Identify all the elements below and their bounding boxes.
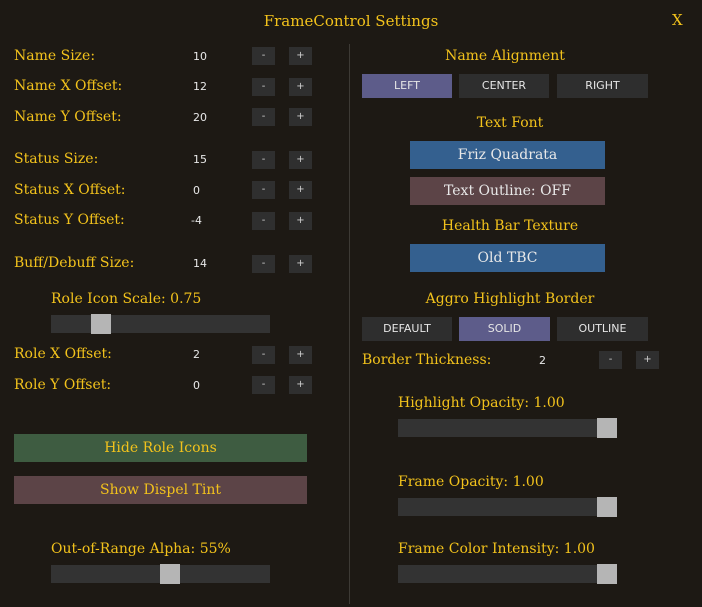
status-y-offset-plus-button[interactable]: + (289, 212, 312, 230)
buff-debuff-size-label: Buff/Debuff Size: (14, 255, 135, 271)
aggro-border-solid-button[interactable]: SOLID (459, 317, 550, 341)
name-alignment-heading: Name Alignment (445, 48, 565, 64)
column-divider (349, 44, 350, 604)
aggro-border-heading: Aggro Highlight Border (425, 291, 595, 307)
role-x-offset-minus-button[interactable]: - (252, 346, 275, 364)
name-align-right-button[interactable]: RIGHT (557, 74, 648, 98)
name-x-offset-plus-button[interactable]: + (289, 78, 312, 96)
role-y-offset-value: 0 (193, 379, 200, 392)
status-size-minus-button[interactable]: - (252, 151, 275, 169)
frame-opacity-slider-thumb[interactable] (597, 497, 617, 517)
buff-debuff-size-value: 14 (193, 257, 207, 270)
name-y-offset-plus-button[interactable]: + (289, 108, 312, 126)
status-y-offset-value: -4 (191, 214, 202, 227)
role-y-offset-plus-button[interactable]: + (289, 376, 312, 394)
highlight-opacity-slider[interactable] (398, 418, 617, 438)
highlight-opacity-slider-thumb[interactable] (597, 418, 617, 438)
name-y-offset-label: Name Y Offset: (14, 109, 122, 125)
aggro-border-default-button[interactable]: DEFAULT (362, 317, 452, 341)
show-dispel-tint-button[interactable]: Show Dispel Tint (14, 476, 307, 504)
border-thickness-value: 2 (539, 354, 546, 367)
status-size-plus-button[interactable]: + (289, 151, 312, 169)
hide-role-icons-button[interactable]: Hide Role Icons (14, 434, 307, 462)
buff-debuff-size-minus-button[interactable]: - (252, 255, 275, 273)
name-y-offset-value: 20 (193, 111, 207, 124)
out-of-range-alpha-slider-thumb[interactable] (160, 564, 180, 584)
out-of-range-alpha-slider[interactable] (51, 564, 270, 584)
name-align-center-button[interactable]: CENTER (459, 74, 549, 98)
role-x-offset-plus-button[interactable]: + (289, 346, 312, 364)
buff-debuff-size-plus-button[interactable]: + (289, 255, 312, 273)
text-outline-toggle[interactable]: Text Outline: OFF (410, 177, 605, 205)
status-x-offset-plus-button[interactable]: + (289, 181, 312, 199)
border-thickness-label: Border Thickness: (362, 352, 492, 368)
frame-color-intensity-slider[interactable] (398, 564, 617, 584)
role-icon-scale-label: Role Icon Scale: 0.75 (51, 291, 202, 307)
status-x-offset-label: Status X Offset: (14, 182, 126, 198)
frame-opacity-slider[interactable] (398, 497, 617, 517)
name-align-left-button[interactable]: LEFT (362, 74, 452, 98)
role-y-offset-minus-button[interactable]: - (252, 376, 275, 394)
window-title: FrameControl Settings (263, 12, 439, 30)
close-button[interactable]: X (672, 11, 683, 29)
name-x-offset-minus-button[interactable]: - (252, 78, 275, 96)
frame-color-intensity-slider-thumb[interactable] (597, 564, 617, 584)
border-thickness-plus-button[interactable]: + (636, 351, 659, 369)
status-y-offset-minus-button[interactable]: - (252, 212, 275, 230)
health-bar-texture-heading: Health Bar Texture (441, 218, 579, 234)
role-y-offset-label: Role Y Offset: (14, 377, 112, 393)
text-font-dropdown[interactable]: Friz Quadrata (410, 141, 605, 169)
status-y-offset-label: Status Y Offset: (14, 212, 125, 228)
health-bar-texture-dropdown[interactable]: Old TBC (410, 244, 605, 272)
out-of-range-alpha-label: Out-of-Range Alpha: 55% (51, 541, 231, 557)
name-x-offset-value: 12 (193, 80, 207, 93)
name-size-value: 10 (193, 50, 207, 63)
status-x-offset-minus-button[interactable]: - (252, 181, 275, 199)
status-x-offset-value: 0 (193, 184, 200, 197)
text-font-heading: Text Font (476, 115, 544, 131)
status-size-label: Status Size: (14, 151, 99, 167)
highlight-opacity-label: Highlight Opacity: 1.00 (398, 395, 565, 411)
name-y-offset-minus-button[interactable]: - (252, 108, 275, 126)
name-x-offset-label: Name X Offset: (14, 78, 123, 94)
name-size-plus-button[interactable]: + (289, 47, 312, 65)
frame-opacity-label: Frame Opacity: 1.00 (398, 474, 544, 490)
frame-color-intensity-label: Frame Color Intensity: 1.00 (398, 541, 595, 557)
name-size-minus-button[interactable]: - (252, 47, 275, 65)
name-size-label: Name Size: (14, 48, 96, 64)
role-x-offset-label: Role X Offset: (14, 346, 112, 362)
border-thickness-minus-button[interactable]: - (599, 351, 622, 369)
role-icon-scale-slider-thumb[interactable] (91, 314, 111, 334)
status-size-value: 15 (193, 153, 207, 166)
aggro-border-outline-button[interactable]: OUTLINE (557, 317, 648, 341)
role-icon-scale-slider[interactable] (51, 314, 270, 334)
role-x-offset-value: 2 (193, 348, 200, 361)
